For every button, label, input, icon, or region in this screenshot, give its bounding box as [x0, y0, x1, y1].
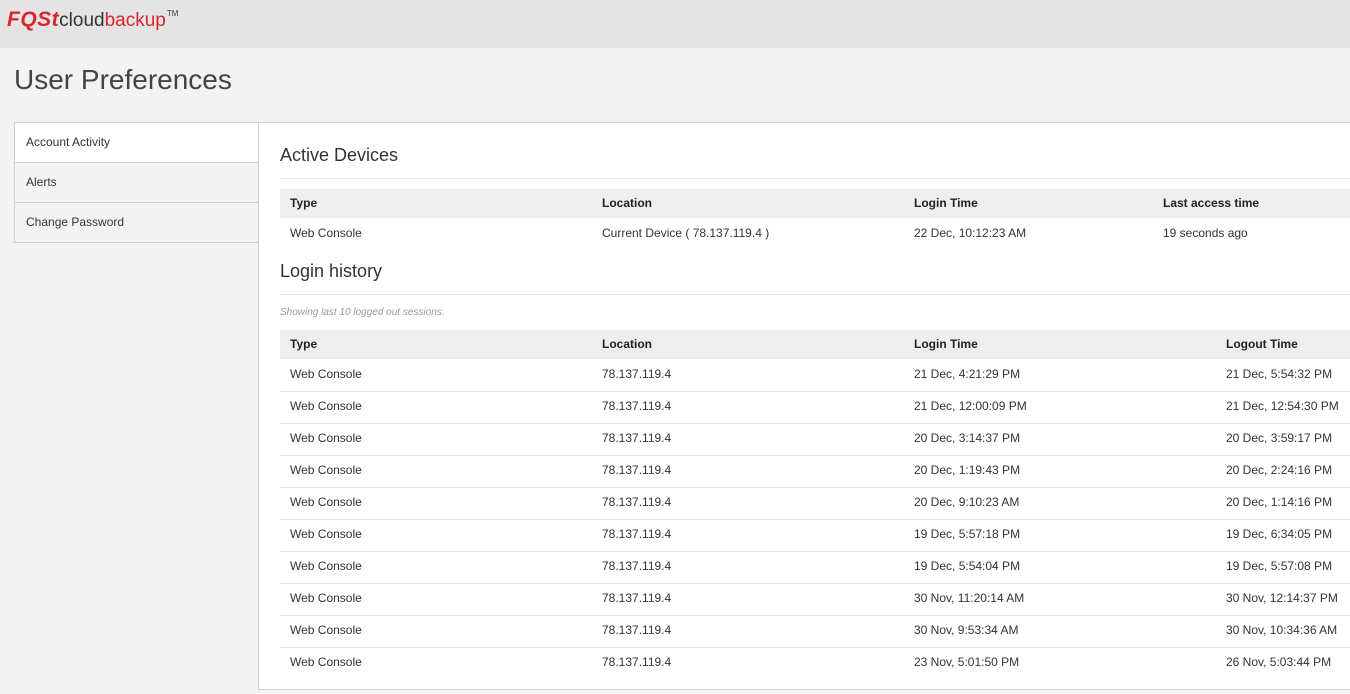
cell-logout-time: 30 Nov, 12:14:37 PM [1226, 591, 1338, 605]
column-header-login-time: Login Time [914, 337, 978, 351]
table-row: Web Console 78.137.119.4 30 Nov, 9:53:34… [280, 615, 1350, 648]
column-header-location: Location [602, 196, 652, 210]
table-row: Web Console 78.137.119.4 20 Dec, 9:10:23… [280, 487, 1350, 520]
sessions-note: Showing last 10 logged out sessions. [280, 307, 445, 318]
login-history-title: Login history [280, 261, 383, 281]
cell-logout-time: 21 Dec, 12:54:30 PM [1226, 399, 1339, 413]
cell-type: Web Console [290, 559, 362, 573]
cell-location: 78.137.119.4 [602, 591, 672, 605]
brand-logo[interactable]: FQSt cloud backup TM [7, 8, 178, 34]
logo-backup: backup [104, 10, 166, 31]
cell-login-time: 22 Dec, 10:12:23 AM [914, 226, 1027, 240]
cell-login-time: 20 Dec, 9:10:23 AM [914, 495, 1020, 509]
column-header-location: Location [602, 337, 652, 351]
cell-location: Current Device ( 78.137.119.4 ) [602, 226, 770, 240]
column-header-type: Type [290, 337, 318, 351]
cell-logout-time: 30 Nov, 10:34:36 AM [1226, 623, 1338, 637]
cell-location: 78.137.119.4 [602, 399, 672, 413]
cell-login-time: 19 Dec, 5:54:04 PM [914, 559, 1021, 573]
top-bar: FQSt cloud backup TM [0, 0, 1350, 48]
cell-login-time: 30 Nov, 9:53:34 AM [914, 623, 1019, 637]
cell-type: Web Console [290, 527, 362, 541]
cell-login-time: 23 Nov, 5:01:50 PM [914, 655, 1020, 669]
table-row: Web Console 78.137.119.4 21 Dec, 12:00:0… [280, 391, 1350, 424]
cell-type: Web Console [290, 463, 362, 477]
logo-fast: FQSt [7, 8, 60, 31]
cell-last-access: 19 seconds ago [1163, 226, 1248, 240]
cell-login-time: 21 Dec, 12:00:09 PM [914, 399, 1027, 413]
sidebar-item-account-activity[interactable]: Account Activity [14, 122, 259, 163]
cell-location: 78.137.119.4 [602, 655, 672, 669]
table-row: Web Console 78.137.119.4 19 Dec, 5:57:18… [280, 519, 1350, 552]
cell-location: 78.137.119.4 [602, 367, 672, 381]
cell-type: Web Console [290, 431, 362, 445]
column-header-last-access: Last access time [1163, 196, 1260, 210]
sidebar-item-change-password[interactable]: Change Password [14, 203, 259, 243]
cell-login-time: 20 Dec, 1:19:43 PM [914, 463, 1021, 477]
cell-location: 78.137.119.4 [602, 527, 672, 541]
cell-logout-time: 19 Dec, 6:34:05 PM [1226, 527, 1333, 541]
cell-logout-time: 26 Nov, 5:03:44 PM [1226, 655, 1332, 669]
logo-trademark: TM [166, 9, 179, 18]
cell-type: Web Console [290, 495, 362, 509]
table-row: Web Console 78.137.119.4 21 Dec, 4:21:29… [280, 359, 1350, 392]
cell-location: 78.137.119.4 [602, 623, 672, 637]
column-header-type: Type [290, 196, 318, 210]
cell-logout-time: 20 Dec, 2:24:16 PM [1226, 463, 1333, 477]
table-row: Web Console Current Device ( 78.137.119.… [280, 218, 1350, 250]
table-row: Web Console 78.137.119.4 30 Nov, 11:20:1… [280, 583, 1350, 616]
cell-login-time: 19 Dec, 5:57:18 PM [914, 527, 1021, 541]
logo-cloud: cloud [59, 10, 105, 31]
table-row: Web Console 78.137.119.4 20 Dec, 3:14:37… [280, 423, 1350, 456]
column-header-logout-time: Logout Time [1226, 337, 1298, 351]
cell-logout-time: 19 Dec, 5:57:08 PM [1226, 559, 1333, 573]
divider [280, 294, 1350, 295]
cell-login-time: 20 Dec, 3:14:37 PM [914, 431, 1021, 445]
cell-type: Web Console [290, 226, 362, 240]
cell-location: 78.137.119.4 [602, 431, 672, 445]
divider [280, 178, 1350, 179]
cell-type: Web Console [290, 591, 362, 605]
column-header-login-time: Login Time [914, 196, 978, 210]
active-devices-header: Type Location Login Time Last access tim… [280, 189, 1350, 218]
cell-location: 78.137.119.4 [602, 463, 672, 477]
sidebar-item-alerts[interactable]: Alerts [14, 163, 259, 203]
cell-logout-time: 21 Dec, 5:54:32 PM [1226, 367, 1333, 381]
cell-login-time: 21 Dec, 4:21:29 PM [914, 367, 1021, 381]
sidebar: Account Activity Alerts Change Password [14, 122, 259, 243]
active-devices-title: Active Devices [280, 145, 399, 165]
cell-type: Web Console [290, 367, 362, 381]
table-row: Web Console 78.137.119.4 23 Nov, 5:01:50… [280, 647, 1350, 679]
content-panel: Active Devices Type Location Login Time … [258, 122, 1350, 690]
cell-type: Web Console [290, 623, 362, 637]
cell-type: Web Console [290, 399, 362, 413]
table-row: Web Console 78.137.119.4 19 Dec, 5:54:04… [280, 551, 1350, 584]
page-title: User Preferences [14, 64, 232, 95]
cell-location: 78.137.119.4 [602, 495, 672, 509]
cell-type: Web Console [290, 655, 362, 669]
table-row: Web Console 78.137.119.4 20 Dec, 1:19:43… [280, 455, 1350, 488]
cell-login-time: 30 Nov, 11:20:14 AM [914, 591, 1025, 605]
cell-logout-time: 20 Dec, 3:59:17 PM [1226, 431, 1333, 445]
login-history-header: Type Location Login Time Logout Time [280, 330, 1350, 359]
cell-location: 78.137.119.4 [602, 559, 672, 573]
cell-logout-time: 20 Dec, 1:14:16 PM [1226, 495, 1333, 509]
